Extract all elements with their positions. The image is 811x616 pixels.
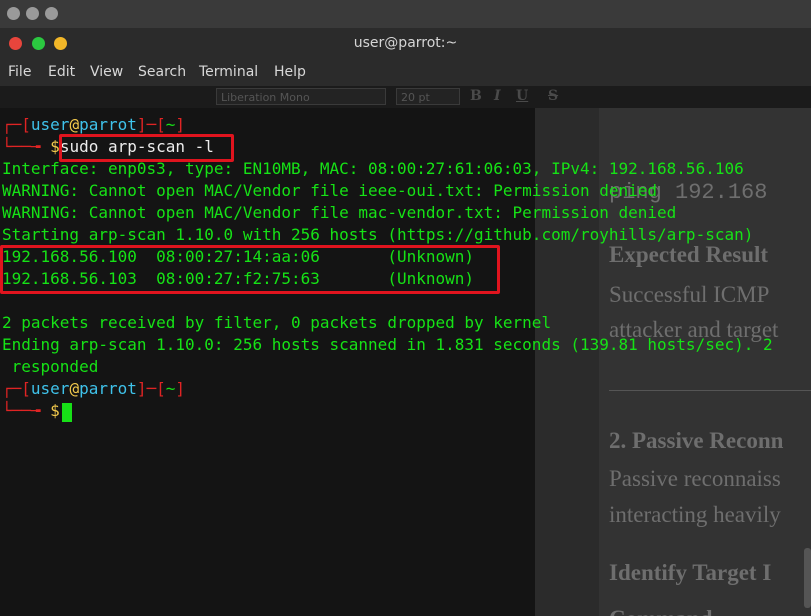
output-line: responded [2,357,99,376]
command-line: └──╼ $ [2,400,60,422]
output-line: WARNING: Cannot open MAC/Vendor file mac… [2,203,677,222]
prompt-host: parrot [79,115,137,134]
terminal-window: user@parrot:~ File Edit View Search Term… [0,28,811,616]
prompt-at: @ [69,379,80,398]
background-window-titlebar [0,0,811,28]
prompt-bracket: ] [175,115,186,134]
menu-terminal[interactable]: Terminal [199,64,258,80]
output-line: Ending arp-scan 1.10.0: 256 hosts scanne… [2,335,773,354]
prompt-corner: ┌─[ [2,379,31,398]
prompt-directory: ~ [165,115,176,134]
output-line: WARNING: Cannot open MAC/Vendor file iee… [2,181,658,200]
window-titlebar[interactable]: user@parrot:~ [0,28,811,60]
prompt-corner: └──╼ [2,137,51,156]
terminal-output[interactable]: ┌─[user@parrot]─[~] └──╼ $sudo arp-scan … [0,86,811,616]
prompt-at: @ [69,115,80,134]
menu-edit[interactable]: Edit [48,64,75,80]
background-minimize-icon [26,7,39,20]
output-line: Starting arp-scan 1.10.0 with 256 hosts … [2,225,754,244]
prompt-line: ┌─[user@parrot]─[~] [2,378,185,400]
prompt-user: user [30,115,70,134]
hosts-highlight-box [0,245,500,294]
prompt-separator: ]─[ [136,379,166,398]
prompt-line: ┌─[user@parrot]─[~] [2,114,185,136]
menu-file[interactable]: File [8,64,31,80]
prompt-corner: ┌─[ [2,115,31,134]
output-line: 2 packets received by filter, 0 packets … [2,313,552,332]
prompt-bracket: ] [175,379,186,398]
prompt-corner: └──╼ [2,401,51,420]
prompt-directory: ~ [165,379,176,398]
terminal-cursor [62,403,72,422]
prompt-host: parrot [79,379,137,398]
prompt-dollar: $ [50,401,60,420]
prompt-separator: ]─[ [136,115,166,134]
prompt-user: user [30,379,70,398]
menu-search[interactable]: Search [138,64,186,80]
menu-help[interactable]: Help [274,64,306,80]
background-close-icon [7,7,20,20]
menu-bar: File Edit View Search Terminal Help [0,60,811,86]
background-maximize-icon [45,7,58,20]
window-title: user@parrot:~ [353,35,458,51]
menu-view[interactable]: View [90,64,123,80]
command-highlight-box [59,134,234,162]
